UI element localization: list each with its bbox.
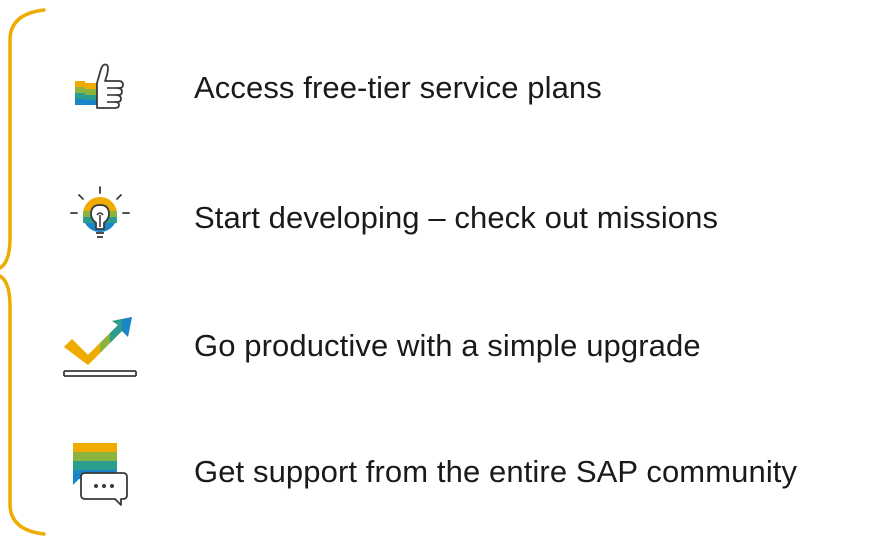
feature-row-free-tier: Access free-tier service plans [60, 48, 602, 128]
chat-bubble-icon [60, 432, 140, 512]
bracket-decoration [0, 8, 46, 536]
feature-label: Get support from the entire SAP communit… [194, 454, 798, 489]
feature-row-develop: Start developing – check out missions [60, 178, 718, 258]
lightbulb-icon [60, 178, 140, 258]
feature-label: Access free-tier service plans [194, 70, 602, 105]
feature-row-upgrade: Go productive with a simple upgrade [60, 306, 701, 386]
thumbs-up-icon [60, 48, 140, 128]
feature-label: Go productive with a simple upgrade [194, 328, 701, 363]
checkmark-arrow-icon [60, 306, 140, 386]
feature-label: Start developing – check out missions [194, 200, 719, 235]
feature-row-support: Get support from the entire SAP communit… [60, 432, 797, 512]
